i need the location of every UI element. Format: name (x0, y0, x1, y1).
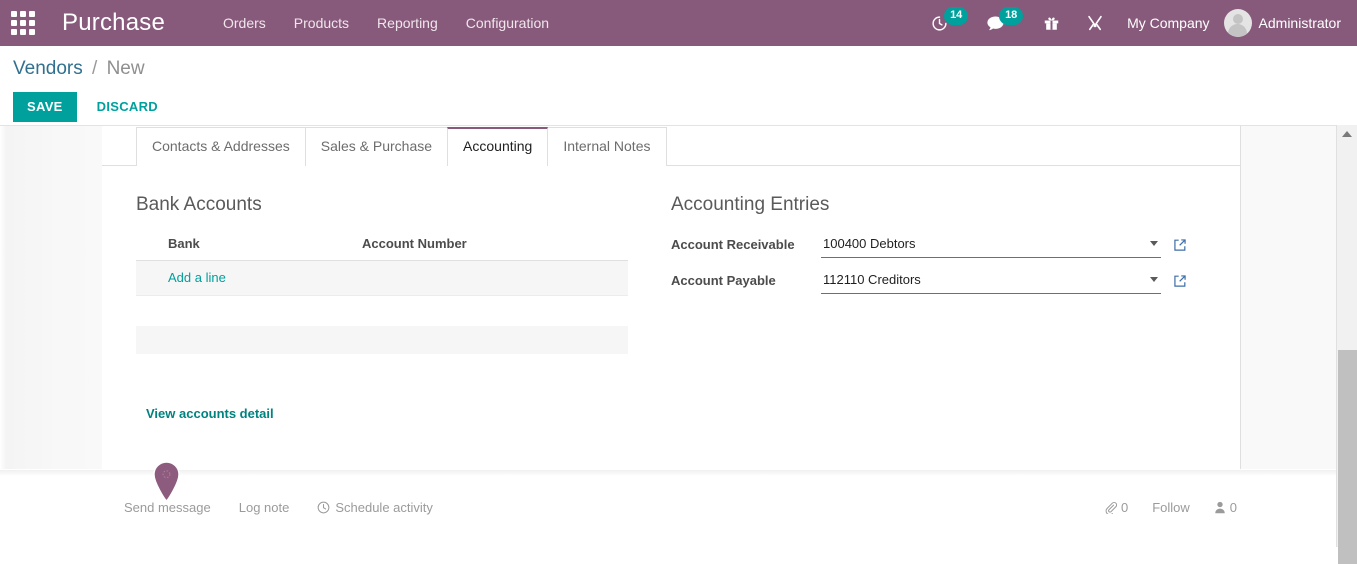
table-header-row: Bank Account Number (136, 232, 628, 261)
breadcrumb-vendors[interactable]: Vendors (13, 58, 83, 79)
gift-menu-button[interactable] (1034, 0, 1069, 46)
add-line-row[interactable]: Add a line (136, 261, 628, 296)
tools-menu-button[interactable] (1077, 0, 1113, 46)
chevron-down-icon[interactable] (1150, 241, 1158, 246)
scrollbar-track[interactable] (1338, 142, 1357, 547)
chatter-divider (0, 470, 1336, 476)
paperclip-icon (1104, 501, 1117, 514)
breadcrumb-separator: / (92, 58, 97, 79)
vertical-scrollbar[interactable] (1336, 125, 1357, 547)
messages-menu-button[interactable]: 18 (977, 0, 1014, 46)
tab-contacts-addresses[interactable]: Contacts & Addresses (136, 127, 306, 166)
apps-menu-button[interactable] (0, 0, 46, 46)
app-brand-title[interactable]: Purchase (62, 9, 165, 37)
main-menu: Orders Products Reporting Configuration (209, 0, 563, 46)
send-message-label: Send message (124, 500, 211, 515)
breadcrumb-current: New (107, 58, 145, 79)
field-row-account-receivable: Account Receivable (671, 232, 1197, 258)
menu-item-reporting[interactable]: Reporting (363, 0, 452, 46)
gift-icon (1043, 14, 1060, 32)
attachments-counter[interactable]: 0 (1104, 500, 1128, 515)
view-accounts-detail-link[interactable]: View accounts detail (146, 406, 274, 421)
chatter-action-buttons: Send message Log note Schedule activity (124, 500, 461, 515)
systray: 14 18 My Company (922, 0, 1349, 46)
breadcrumb: Vendors / New (0, 56, 1357, 82)
external-link-icon[interactable] (1173, 238, 1187, 252)
discard-button[interactable]: DISCARD (85, 92, 170, 122)
column-header-bank: Bank (136, 232, 354, 261)
send-message-button[interactable]: Send message (124, 500, 211, 515)
followers-count: 0 (1230, 500, 1237, 515)
scrollbar-container[interactable] (1336, 125, 1357, 547)
attachments-count: 0 (1121, 500, 1128, 515)
chatter-stats: 0 Follow 0 (1080, 500, 1237, 515)
tools-wrench-icon (1086, 14, 1104, 32)
save-button[interactable]: SAVE (13, 92, 77, 122)
accounting-entries-group: Accounting Entries Account Receivable (637, 194, 1197, 423)
schedule-activity-button[interactable]: Schedule activity (317, 500, 433, 515)
schedule-activity-label: Schedule activity (335, 500, 433, 515)
account-payable-control[interactable] (821, 268, 1161, 294)
user-avatar-icon (1224, 9, 1252, 37)
tab-internal-notes[interactable]: Internal Notes (547, 127, 666, 166)
form-view-container: Contacts & Addresses Sales & Purchase Ac… (0, 125, 1357, 469)
table-footer-row (136, 326, 628, 354)
top-navbar: Purchase Orders Products Reporting Confi… (0, 0, 1357, 46)
tab-sales-purchase[interactable]: Sales & Purchase (305, 127, 448, 166)
account-receivable-input[interactable] (823, 234, 1141, 253)
account-payable-input[interactable] (823, 270, 1141, 289)
bank-accounts-group: Bank Accounts Bank Account Number Add a … (102, 194, 637, 423)
activity-menu-button[interactable]: 14 (922, 0, 957, 46)
messages-badge-count: 18 (999, 7, 1023, 25)
scrollbar-thumb[interactable] (1338, 350, 1357, 564)
account-receivable-control[interactable] (821, 232, 1161, 258)
label-account-receivable: Account Receivable (671, 236, 821, 254)
menu-item-orders[interactable]: Orders (209, 0, 280, 46)
followers-counter[interactable]: 0 (1214, 500, 1237, 515)
bank-accounts-table: Bank Account Number Add a line (136, 232, 628, 354)
menu-item-configuration[interactable]: Configuration (452, 0, 563, 46)
user-icon (1214, 501, 1226, 514)
external-link-icon[interactable] (1173, 274, 1187, 288)
log-note-label: Log note (239, 500, 290, 515)
notebook-tabs: Contacts & Addresses Sales & Purchase Ac… (102, 126, 1240, 166)
bank-accounts-title: Bank Accounts (136, 194, 637, 216)
chatter: Send message Log note Schedule activity … (0, 469, 1357, 547)
clock-icon (317, 501, 330, 514)
company-switcher[interactable]: My Company (1113, 0, 1219, 46)
tab-accounting[interactable]: Accounting (447, 127, 548, 166)
user-menu-button[interactable]: Administrator (1220, 0, 1349, 46)
field-row-account-payable: Account Payable (671, 268, 1197, 294)
table-filler-row (136, 296, 628, 326)
notebook-page-accounting: Bank Accounts Bank Account Number Add a … (102, 166, 1240, 423)
form-actions: SAVE DISCARD (0, 92, 1357, 122)
add-a-line-link[interactable]: Add a line (168, 270, 226, 285)
follow-label: Follow (1152, 500, 1190, 515)
user-name-label: Administrator (1259, 15, 1341, 31)
scroll-up-button[interactable] (1337, 125, 1357, 142)
column-header-account-number: Account Number (354, 232, 628, 261)
menu-item-products[interactable]: Products (280, 0, 363, 46)
apps-grid-icon (11, 11, 35, 35)
accounting-entries-title: Accounting Entries (671, 194, 1197, 216)
label-account-payable: Account Payable (671, 272, 821, 290)
chevron-down-icon[interactable] (1150, 277, 1158, 282)
control-panel: Vendors / New SAVE DISCARD (0, 46, 1357, 125)
activity-badge-count: 14 (944, 7, 968, 25)
form-sheet: Contacts & Addresses Sales & Purchase Ac… (102, 126, 1241, 469)
add-line-cell[interactable]: Add a line (136, 261, 628, 296)
follow-button[interactable]: Follow (1152, 500, 1190, 515)
chevron-up-icon (1342, 131, 1352, 137)
log-note-button[interactable]: Log note (239, 500, 290, 515)
